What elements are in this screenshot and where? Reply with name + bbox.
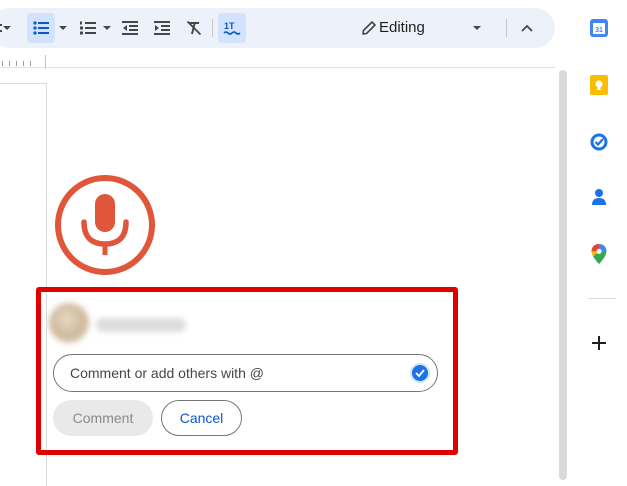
pencil-icon <box>362 21 376 35</box>
side-panel: 31 <box>580 0 627 486</box>
maps-button[interactable] <box>588 243 610 265</box>
spellcheck-button[interactable]: 1T <box>218 8 246 48</box>
chevron-up-icon <box>521 24 533 32</box>
chevron-down-icon <box>473 26 481 30</box>
calendar-day: 31 <box>595 27 603 34</box>
bulleted-list-icon <box>33 21 49 35</box>
maps-icon <box>591 244 607 264</box>
cancel-button[interactable]: Cancel <box>161 400 242 436</box>
toolbar: 1T Editing <box>0 8 555 48</box>
decrease-indent-icon <box>122 21 138 35</box>
increase-indent-icon <box>154 21 170 35</box>
editing-mode-caret[interactable] <box>470 8 484 48</box>
keep-button[interactable] <box>588 74 610 96</box>
svg-text:1T: 1T <box>224 21 235 31</box>
comment-input[interactable]: Comment or add others with @ <box>53 354 438 392</box>
avatar <box>49 303 89 343</box>
check-icon <box>410 363 430 383</box>
comment-button[interactable]: Comment <box>53 400 153 436</box>
calendar-button[interactable]: 31 <box>588 17 610 39</box>
blurred-username <box>96 318 186 332</box>
bulleted-list-button[interactable] <box>27 8 55 48</box>
spellcheck-icon: 1T <box>223 21 241 35</box>
bulleted-list-caret[interactable] <box>56 8 70 48</box>
comment-input-placeholder: Comment or add others with @ <box>70 365 264 381</box>
editing-mode-label: Editing <box>379 19 425 36</box>
clear-formatting-icon <box>186 20 202 36</box>
align-icon-partial[interactable] <box>0 8 6 48</box>
contacts-icon <box>592 189 606 205</box>
clear-formatting-button[interactable] <box>180 8 208 48</box>
side-panel-divider <box>588 298 616 299</box>
chevron-down-icon <box>103 26 111 30</box>
add-addon-button[interactable] <box>588 332 610 354</box>
numbered-list-icon <box>80 21 96 35</box>
microphone-icon[interactable] <box>54 174 156 276</box>
keep-icon <box>590 75 608 95</box>
hide-menus-button[interactable] <box>514 8 540 48</box>
decrease-indent-button[interactable] <box>116 8 144 48</box>
numbered-list-button[interactable] <box>74 8 102 48</box>
ruler-margin-marker[interactable] <box>45 55 46 69</box>
tasks-icon <box>590 133 608 151</box>
numbered-list-caret[interactable] <box>100 8 114 48</box>
calendar-icon: 31 <box>590 19 608 37</box>
horizontal-ruler <box>0 58 555 67</box>
increase-indent-button[interactable] <box>148 8 176 48</box>
align-left-icon <box>0 24 2 32</box>
tasks-button[interactable] <box>588 131 610 153</box>
scrollbar[interactable] <box>559 70 567 480</box>
chevron-down-icon <box>59 26 67 30</box>
contacts-button[interactable] <box>588 186 610 208</box>
add-icon <box>592 336 606 350</box>
